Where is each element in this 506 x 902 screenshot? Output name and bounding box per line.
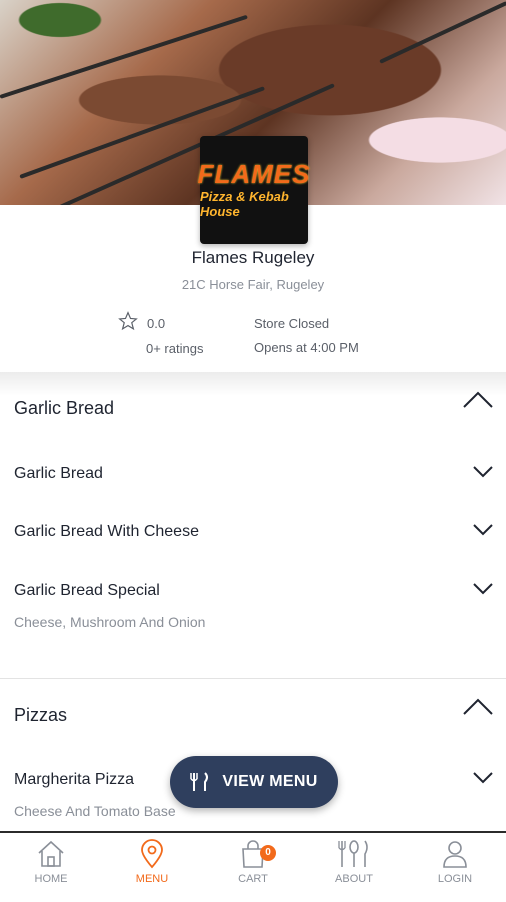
store-address: 21C Horse Fair, Rugeley [181, 277, 325, 292]
menu-item-description: Cheese And Tomato Base [14, 803, 176, 819]
tab-about-label: ABOUT [335, 873, 373, 885]
tab-menu[interactable]: MENU [107, 839, 197, 885]
store-opening-time: Opens at 4:00 PM [254, 340, 359, 355]
menu-item-garlic-bread-with-cheese[interactable]: Garlic Bread With Cheese [14, 523, 199, 541]
tab-about[interactable]: ABOUT [309, 839, 399, 885]
store-logo: FLAMES Pizza & Kebab House [198, 136, 309, 244]
location-pin-icon [141, 839, 163, 869]
rating-value: 0.0 [147, 316, 166, 331]
view-menu-label: VIEW MENU [222, 773, 318, 790]
chevron-up-icon[interactable] [462, 390, 494, 410]
user-icon [443, 841, 467, 868]
tab-login-label: LOGIN [437, 873, 473, 885]
store-name: Flames Rugeley [191, 248, 315, 267]
store-status: Store Closed [254, 316, 330, 331]
chevron-down-icon[interactable] [472, 522, 494, 536]
chevron-down-icon[interactable] [472, 581, 494, 595]
tab-menu-label: MENU [135, 873, 169, 885]
chevron-down-icon[interactable] [472, 770, 494, 784]
rating-count: 0+ ratings [146, 341, 204, 356]
menu-item-garlic-bread[interactable]: Garlic Bread [14, 465, 103, 483]
section-shadow [0, 372, 506, 396]
category-header-pizzas[interactable]: Pizzas [14, 705, 67, 726]
tab-home-label: HOME [34, 873, 68, 885]
menu-item-margherita-pizza[interactable]: Margherita Pizza [14, 771, 134, 789]
cutlery-icon [338, 840, 368, 867]
cutlery-icon [190, 772, 209, 791]
star-icon [118, 311, 138, 331]
tab-home[interactable]: HOME [6, 839, 96, 885]
divider [0, 678, 506, 679]
bottom-tab-bar: HOME MENU 0 CART ABOUT LOGIN [0, 831, 506, 902]
chevron-up-icon[interactable] [462, 697, 494, 717]
tab-login[interactable]: LOGIN [410, 839, 500, 885]
cart-count-badge: 0 [260, 845, 276, 861]
menu-item-garlic-bread-special[interactable]: Garlic Bread Special [14, 582, 160, 600]
view-menu-button[interactable]: VIEW MENU [170, 756, 338, 808]
menu-item-description: Cheese, Mushroom And Onion [14, 614, 206, 630]
tab-cart-label: CART [238, 873, 268, 885]
chevron-down-icon[interactable] [472, 464, 494, 478]
tab-cart[interactable]: 0 CART [208, 839, 298, 885]
home-icon [38, 840, 64, 867]
category-header-garlic-bread[interactable]: Garlic Bread [14, 398, 114, 419]
